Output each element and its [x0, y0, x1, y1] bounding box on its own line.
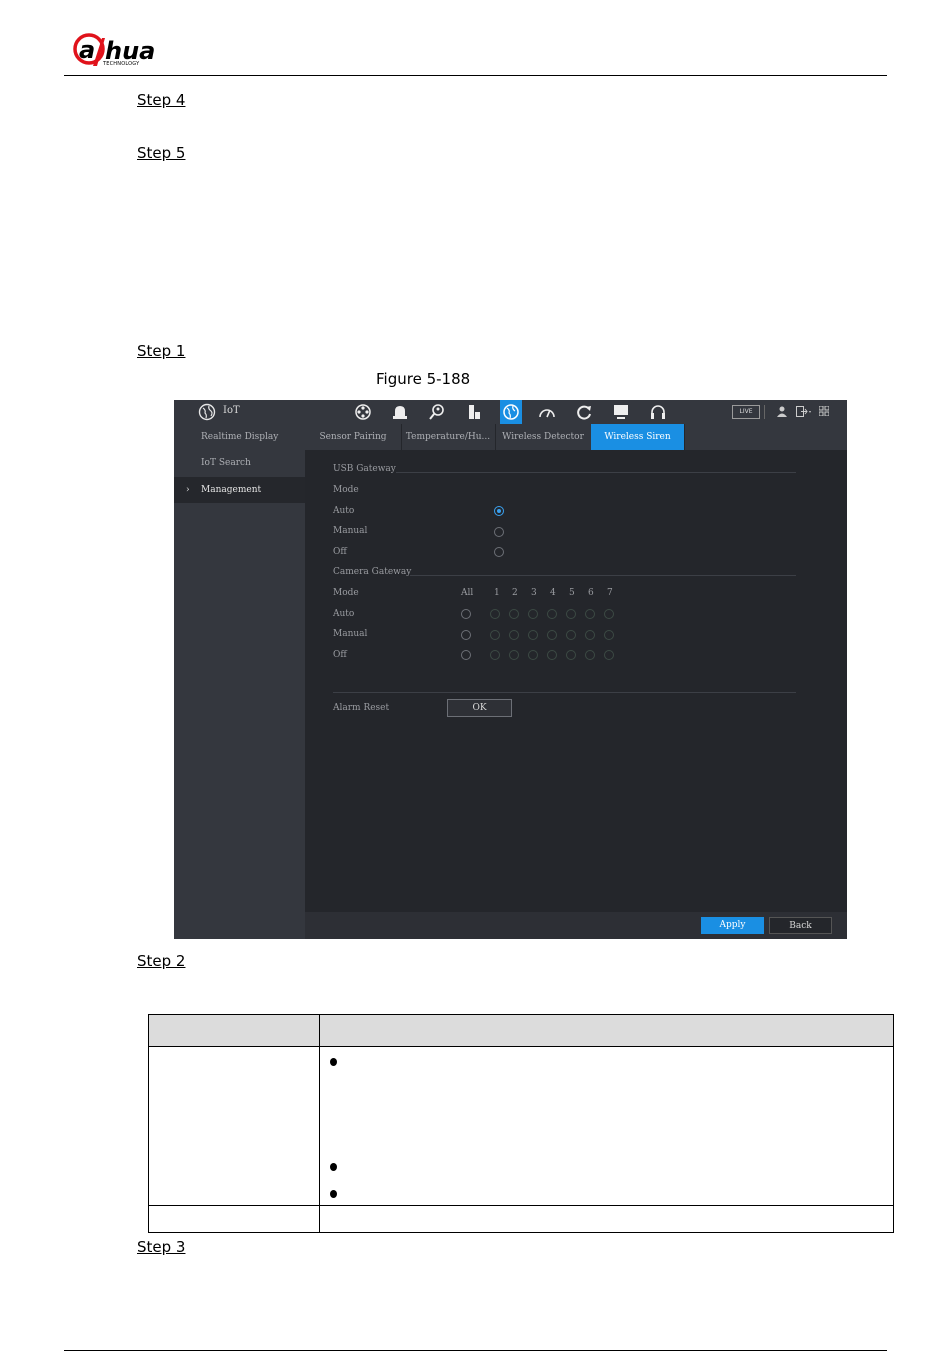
channel-label: 4 [550, 588, 556, 598]
alarm-reset-label: Alarm Reset [333, 703, 390, 713]
sidebar-item-label: Realtime Display [201, 432, 279, 442]
camera-auto-radio-ch5[interactable] [566, 609, 576, 619]
camera-off-radio-ch7[interactable] [604, 650, 614, 660]
camera-manual-radio-ch2[interactable] [509, 630, 519, 640]
camera-off-radio-ch5[interactable] [566, 650, 576, 660]
film-reel-icon[interactable] [354, 403, 372, 421]
figure-caption: Figure 5-188 [376, 370, 471, 388]
usb-option-off-label: Off [333, 547, 347, 557]
globe-icon [198, 403, 216, 421]
usb-manual-radio[interactable] [494, 527, 504, 537]
parameter-table [148, 1014, 894, 1233]
step-2-label: Step 2 [137, 952, 186, 970]
step-5-label: Step 5 [137, 144, 186, 162]
camera-manual-radio-ch5[interactable] [566, 630, 576, 640]
camera-all-label: All [461, 588, 474, 598]
camera-off-radio-ch4[interactable] [547, 650, 557, 660]
tab-sensor-pairing[interactable]: Sensor Pairing [305, 424, 402, 450]
back-button[interactable]: Back [769, 917, 832, 934]
camera-mode-label: Mode [333, 588, 359, 598]
usb-mode-label: Mode [333, 485, 359, 495]
channel-label: 5 [569, 588, 575, 598]
camera-auto-radio-ch7[interactable] [604, 609, 614, 619]
camera-option-off-label: Off [333, 650, 347, 660]
app-title: IoT [223, 405, 240, 416]
alarm-reset-ok-button[interactable]: OK [447, 699, 512, 717]
headset-icon[interactable] [649, 403, 667, 421]
camera-auto-radio-ch3[interactable] [528, 609, 538, 619]
alarm-bell-icon[interactable] [391, 403, 409, 421]
camera-auto-radio-all[interactable] [461, 609, 471, 619]
footer-rule [64, 1350, 887, 1351]
step-3-label: Step 3 [137, 1238, 186, 1256]
storage-icon[interactable] [465, 403, 483, 421]
sidebar-item-label: Management [201, 485, 262, 495]
camera-auto-radio-ch6[interactable] [585, 609, 595, 619]
camera-manual-radio-ch6[interactable] [585, 630, 595, 640]
section-divider [410, 575, 796, 576]
footer-bar [305, 912, 847, 939]
step-1-label: Step 1 [137, 342, 186, 360]
refresh-icon[interactable] [575, 403, 593, 421]
channel-label: 6 [588, 588, 594, 598]
usb-off-radio[interactable] [494, 547, 504, 557]
usb-gateway-section-title: USB Gateway [333, 464, 396, 474]
sidebar-item-realtime-display[interactable]: Realtime Display [174, 424, 305, 450]
step-4-label: Step 4 [137, 91, 186, 109]
camera-off-radio-ch3[interactable] [528, 650, 538, 660]
speed-gauge-icon[interactable] [538, 403, 556, 421]
iot-management-screenshot: IoT LIVE Realtime Display IoT Search › M… [174, 400, 847, 939]
list-bullet [330, 1058, 337, 1066]
camera-gateway-section-title: Camera Gateway [333, 567, 412, 577]
camera-auto-radio-ch1[interactable] [490, 609, 500, 619]
logo-subtitle: TECHNOLOGY [103, 61, 140, 67]
globe-icon[interactable] [502, 403, 520, 421]
camera-off-radio-ch2[interactable] [509, 650, 519, 660]
table-header-row [149, 1015, 893, 1047]
live-button[interactable]: LIVE [732, 405, 760, 419]
tab-wireless-detector[interactable]: Wireless Detector [495, 424, 592, 450]
camera-off-radio-ch6[interactable] [585, 650, 595, 660]
apply-button[interactable]: Apply [701, 917, 764, 934]
logout-icon[interactable] [796, 406, 812, 417]
svg-text:a: a [79, 36, 95, 64]
camera-manual-radio-ch1[interactable] [490, 630, 500, 640]
toolbar-divider [764, 405, 765, 419]
camera-manual-radio-all[interactable] [461, 630, 471, 640]
table-row-divider [149, 1205, 893, 1206]
sidebar-item-label: IoT Search [201, 458, 251, 468]
camera-off-radio-ch1[interactable] [490, 650, 500, 660]
sidebar-item-management[interactable]: › Management [174, 477, 305, 503]
usb-option-auto-label: Auto [333, 506, 355, 516]
grid-icon[interactable] [819, 406, 829, 416]
table-column-divider [319, 1015, 320, 1232]
list-bullet [330, 1190, 337, 1198]
list-bullet [330, 1163, 337, 1171]
camera-manual-radio-ch4[interactable] [547, 630, 557, 640]
search-person-icon[interactable] [428, 403, 446, 421]
header-rule [64, 75, 887, 76]
usb-option-manual-label: Manual [333, 526, 368, 536]
channel-label: 3 [531, 588, 537, 598]
camera-auto-radio-ch4[interactable] [547, 609, 557, 619]
camera-manual-radio-ch7[interactable] [604, 630, 614, 640]
camera-off-radio-all[interactable] [461, 650, 471, 660]
tab-temperature-humidity[interactable]: Temperature/Hu... [401, 424, 496, 450]
camera-option-auto-label: Auto [333, 609, 355, 619]
section-divider [396, 472, 796, 473]
camera-auto-radio-ch2[interactable] [509, 609, 519, 619]
section-divider [333, 692, 796, 693]
channel-label: 2 [512, 588, 518, 598]
channel-label: 7 [607, 588, 613, 598]
tab-wireless-siren[interactable]: Wireless Siren [591, 424, 685, 450]
camera-manual-radio-ch3[interactable] [528, 630, 538, 640]
sidebar-item-iot-search[interactable]: IoT Search [174, 450, 305, 476]
channel-label: 1 [494, 588, 500, 598]
monitor-icon[interactable] [612, 403, 630, 421]
chevron-right-icon: › [186, 485, 190, 495]
camera-option-manual-label: Manual [333, 629, 368, 639]
usb-auto-radio[interactable] [494, 506, 504, 516]
user-icon[interactable] [777, 406, 787, 417]
